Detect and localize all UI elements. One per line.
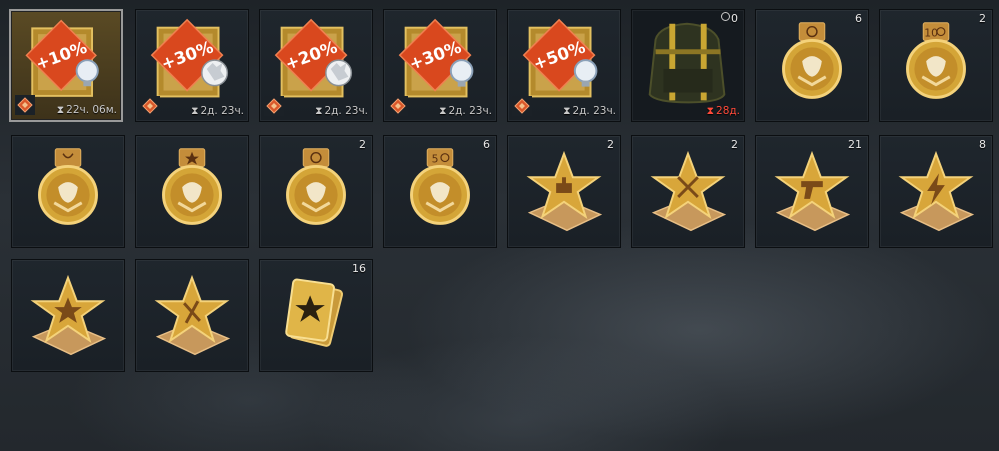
medal-ten-icon: 10	[906, 22, 966, 99]
hourglass-icon: ⧗	[315, 105, 323, 117]
medal-slot-3[interactable]	[11, 135, 125, 248]
hourglass-icon: ⧗	[56, 104, 65, 116]
medal-slot-4[interactable]	[135, 135, 249, 248]
rank-diamond-icon	[512, 96, 532, 116]
booster-slot-5[interactable]: +50% ⧗ 2д. 23ч.	[507, 9, 621, 122]
booster-timer: ⧗ 2д. 23ч.	[191, 105, 244, 117]
item-count: 2	[979, 12, 986, 25]
booster-slot-2[interactable]: +30% ⧗ 2д. 23ч.	[135, 9, 249, 122]
booster-timer: ⧗ 2д. 23ч.	[315, 105, 368, 117]
item-count: 2	[731, 138, 738, 151]
rank-diamond-icon	[140, 96, 160, 116]
booster-slot-3[interactable]: +20% ⧗ 2д. 23ч.	[259, 9, 373, 122]
cards-slot[interactable]: 16	[259, 259, 373, 372]
star-tank-icon	[526, 150, 603, 232]
medal-five-icon: 5	[410, 148, 470, 225]
medal-slot-2[interactable]: 10 2	[879, 9, 993, 122]
medal-star-icon	[162, 148, 222, 225]
booster-timer: ⧗ 2д. 23ч.	[439, 105, 492, 117]
star-crossed-swords-icon	[650, 150, 727, 232]
medal-slot-6[interactable]: 5 6	[383, 135, 497, 248]
expiry-timer: ⧗ 28д.	[706, 105, 740, 117]
rank-diamond-icon	[264, 96, 284, 116]
booster-timer: ⧗ 2д. 23ч.	[563, 105, 616, 117]
hourglass-icon: ⧗	[439, 105, 447, 117]
star-slot-4[interactable]: 8	[879, 135, 993, 248]
star-plain-icon	[30, 274, 107, 356]
item-count: 0	[721, 12, 738, 25]
star-lightning-icon	[898, 150, 975, 232]
booster-timer: ⧗ 22ч. 06м.	[56, 104, 117, 116]
rank-diamond-icon	[388, 96, 408, 116]
hourglass-icon: ⧗	[191, 105, 199, 117]
star-cross-icon	[154, 274, 231, 356]
star-slot-2[interactable]: 2	[631, 135, 745, 248]
rank-diamond-icon	[15, 95, 35, 115]
star-slot-6[interactable]	[135, 259, 249, 372]
star-pistol-icon	[774, 150, 851, 232]
backpack-slot[interactable]: 0 ⧗ 28д.	[631, 9, 745, 122]
item-count: 6	[483, 138, 490, 151]
booster-slot-1[interactable]: +10% ⧗ 22ч. 06м.	[9, 9, 123, 122]
cards-icon	[285, 278, 344, 347]
star-slot-5[interactable]	[11, 259, 125, 372]
medal-slot-1[interactable]: 6	[755, 9, 869, 122]
medal-crosshair-icon	[286, 148, 346, 225]
item-count: 16	[352, 262, 366, 275]
medal-crosshair-icon	[782, 22, 842, 99]
hourglass-icon: ⧗	[706, 105, 715, 117]
star-slot-3[interactable]: 21	[755, 135, 869, 248]
medal-slot-5[interactable]: 2	[259, 135, 373, 248]
medal-tab-label: 10	[924, 27, 938, 40]
hourglass-icon: ⧗	[563, 105, 571, 117]
booster-slot-4[interactable]: +30% ⧗ 2д. 23ч.	[383, 9, 497, 122]
medal-tab-label: 5	[432, 153, 439, 166]
item-count: 21	[848, 138, 862, 151]
item-count: 2	[359, 138, 366, 151]
medal-laurel-icon	[38, 148, 98, 225]
ring-icon	[721, 12, 730, 21]
item-count: 8	[979, 138, 986, 151]
item-count: 2	[607, 138, 614, 151]
item-count: 6	[855, 12, 862, 25]
star-slot-1[interactable]: 2	[507, 135, 621, 248]
inventory-grid: +10% ⧗ 22ч. 06м. +30% ⧗ 2д. 23ч. +20% ⧗ …	[0, 0, 999, 451]
